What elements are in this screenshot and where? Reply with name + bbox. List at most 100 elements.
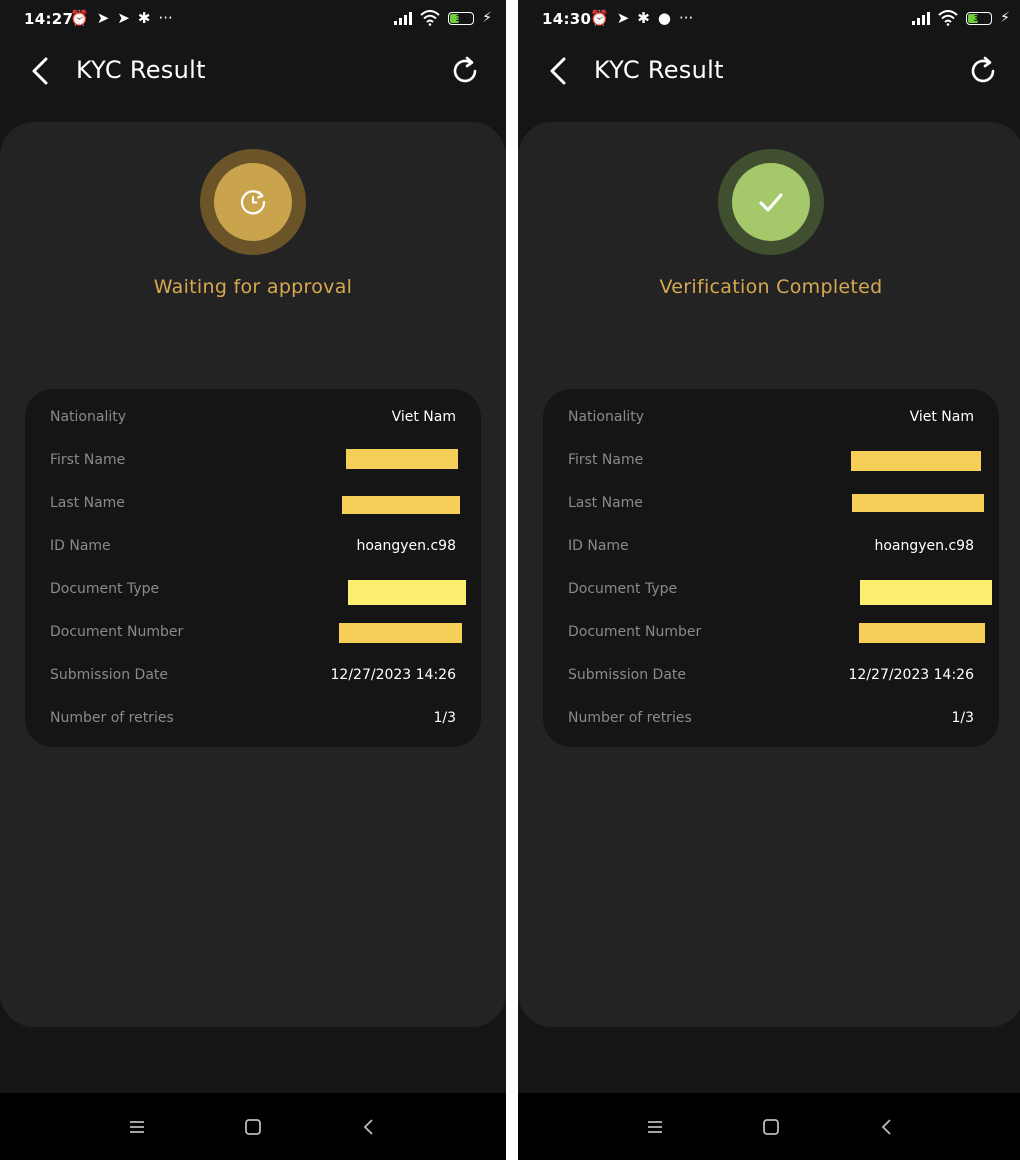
status-text: Waiting for approval	[153, 276, 353, 298]
status-badge	[200, 149, 306, 255]
redaction-block	[860, 580, 992, 605]
page-title: KYC Result	[594, 56, 724, 84]
status-badge-inner	[732, 163, 810, 241]
detail-value: 1/3	[433, 710, 456, 726]
redaction-block	[851, 451, 981, 471]
menu-nav-button[interactable]	[643, 1115, 667, 1139]
notification-icons: ⏰ ➤ ➤ ✱ ···	[70, 9, 173, 27]
detail-value: Viet Nam	[391, 409, 456, 425]
signal-icon	[912, 11, 931, 25]
system-indicators: 38 ⚡	[394, 10, 492, 26]
more-icon: ···	[678, 9, 694, 27]
detail-row-document-number: Document Number	[543, 618, 999, 648]
telegram-icon: ➤	[616, 9, 630, 27]
home-nav-button[interactable]	[241, 1115, 265, 1139]
chat-icon: ●	[657, 9, 671, 27]
detail-row-document-number: Document Number	[25, 618, 481, 648]
detail-label: Document Type	[568, 581, 678, 597]
signal-icon	[394, 11, 413, 25]
telegram-icon: ➤	[96, 9, 110, 27]
detail-row-last-name: Last Name	[25, 489, 481, 519]
app-header: KYC Result	[518, 48, 1020, 94]
status-bar: 14:27 ⏰ ➤ ➤ ✱ ··· 38 ⚡	[0, 0, 506, 40]
back-nav-button[interactable]	[357, 1115, 381, 1139]
detail-row-first-name: First Name	[543, 446, 999, 476]
refresh-button[interactable]	[966, 54, 1000, 88]
redaction-block	[852, 494, 984, 512]
detail-row-document-type: Document Type	[25, 575, 481, 605]
kyc-details-panel: Nationality Viet Nam First Name Last Nam…	[25, 389, 481, 747]
detail-label: Submission Date	[568, 667, 687, 683]
status-badge	[718, 149, 824, 255]
system-nav-bar	[0, 1093, 506, 1160]
detail-label: First Name	[568, 452, 644, 468]
detail-row-nationality: Nationality Viet Nam	[25, 403, 481, 433]
slack-icon: ✱	[137, 9, 151, 27]
detail-row-submission-date: Submission Date 12/27/2023 14:26	[543, 661, 999, 691]
status-text: Verification Completed	[659, 276, 883, 298]
clock-icon	[240, 190, 266, 215]
back-nav-button[interactable]	[875, 1115, 899, 1139]
redaction-block	[342, 496, 460, 514]
app-header: KYC Result	[0, 48, 506, 94]
refresh-button[interactable]	[448, 54, 482, 88]
status-badge-inner	[214, 163, 292, 241]
redaction-block	[339, 623, 462, 643]
battery-icon: 39	[966, 11, 993, 25]
alarm-icon: ⏰	[70, 9, 89, 27]
detail-value: 1/3	[951, 710, 974, 726]
alarm-icon: ⏰	[590, 9, 609, 27]
redaction-block	[859, 623, 985, 643]
detail-label: ID Name	[50, 538, 111, 554]
detail-row-nationality: Nationality Viet Nam	[543, 403, 999, 433]
slack-icon: ✱	[637, 9, 650, 27]
wifi-icon	[938, 10, 958, 26]
kyc-result-card: Waiting for approval Nationality Viet Na…	[0, 122, 506, 1027]
menu-nav-button[interactable]	[125, 1115, 149, 1139]
charging-icon: ⚡	[482, 10, 492, 26]
detail-row-id-name: ID Name hoangyen.c98	[25, 532, 481, 562]
detail-value: 12/27/2023 14:26	[848, 667, 975, 683]
detail-row-id-name: ID Name hoangyen.c98	[543, 532, 999, 562]
detail-label: Submission Date	[50, 667, 169, 683]
more-icon: ···	[158, 9, 173, 27]
status-bar: 14:30 ⏰ ➤ ✱ ● ··· 39 ⚡	[518, 0, 1020, 40]
detail-value: Viet Nam	[909, 409, 974, 425]
kyc-result-card: Verification Completed Nationality Viet …	[518, 122, 1020, 1027]
redaction-block	[346, 449, 458, 469]
detail-label: Document Type	[50, 581, 160, 597]
detail-row-submission-date: Submission Date 12/27/2023 14:26	[25, 661, 481, 691]
battery-icon: 38	[448, 11, 475, 25]
detail-label: Document Number	[568, 624, 702, 640]
status-time: 14:27	[24, 10, 74, 28]
kyc-details-panel: Nationality Viet Nam First Name Last Nam…	[543, 389, 999, 747]
back-button[interactable]	[542, 54, 576, 88]
detail-label: Number of retries	[50, 710, 174, 726]
detail-row-first-name: First Name	[25, 446, 481, 476]
telegram-icon: ➤	[117, 9, 130, 27]
system-nav-bar	[518, 1093, 1020, 1160]
notification-icons: ⏰ ➤ ✱ ● ···	[590, 9, 693, 27]
detail-value: hoangyen.c98	[874, 538, 974, 554]
detail-row-last-name: Last Name	[543, 489, 999, 519]
check-icon	[759, 193, 783, 212]
charging-icon: ⚡	[1000, 10, 1010, 26]
back-button[interactable]	[24, 54, 58, 88]
wifi-icon	[420, 10, 440, 26]
detail-label: Last Name	[50, 495, 125, 511]
status-time: 14:30	[542, 10, 592, 28]
home-nav-button[interactable]	[759, 1115, 783, 1139]
redaction-block	[348, 580, 466, 605]
detail-row-document-type: Document Type	[543, 575, 999, 605]
phone-screen-pending: 14:27 ⏰ ➤ ➤ ✱ ··· 38 ⚡ KYC Result Waitin…	[0, 0, 506, 1160]
phone-screen-completed: 14:30 ⏰ ➤ ✱ ● ··· 39 ⚡ KYC Result Verifi…	[518, 0, 1020, 1160]
detail-label: First Name	[50, 452, 126, 468]
detail-row-retries: Number of retries 1/3	[543, 704, 999, 734]
page-title: KYC Result	[76, 56, 206, 84]
detail-row-retries: Number of retries 1/3	[25, 704, 481, 734]
detail-label: Document Number	[50, 624, 184, 640]
detail-value: hoangyen.c98	[356, 538, 456, 554]
detail-label: Number of retries	[568, 710, 692, 726]
system-indicators: 39 ⚡	[912, 10, 1010, 26]
detail-value: 12/27/2023 14:26	[330, 667, 457, 683]
